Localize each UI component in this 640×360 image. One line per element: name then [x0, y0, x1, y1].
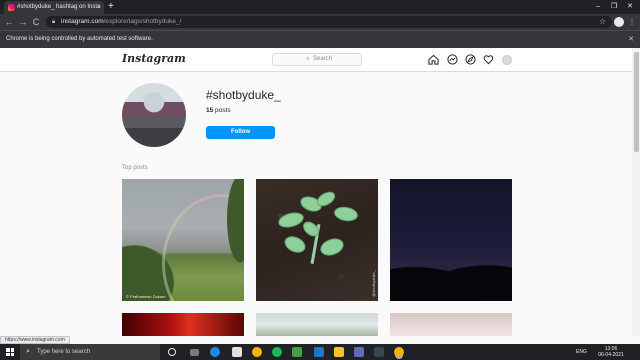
- browser-tab[interactable]: #shotbyduke_ hashtag on Insta ×: [4, 1, 104, 14]
- tab-title: #shotbyduke_ hashtag on Insta: [17, 4, 101, 10]
- system-clock[interactable]: 13:06 06-04-2021: [594, 346, 628, 358]
- minimize-button[interactable]: –: [590, 0, 606, 13]
- back-button[interactable]: ←: [3, 14, 15, 30]
- url-path: /explore/tags/shotbyduke_/: [103, 18, 182, 25]
- posts-number: 15: [206, 107, 214, 114]
- status-bar-url: https://www.instagram.com: [0, 336, 70, 344]
- post-red[interactable]: [122, 313, 244, 336]
- url-text: instagram.com/explore/tags/shotbyduke_/: [61, 16, 181, 28]
- post-sky[interactable]: [256, 313, 378, 336]
- top-posts-heading: Top posts: [122, 165, 148, 171]
- lock-icon: 🔒︎: [52, 19, 56, 25]
- chrome-menu-icon[interactable]: ⋮: [628, 14, 636, 30]
- profile-avatar-icon[interactable]: [614, 17, 624, 27]
- posts-label: posts: [215, 107, 231, 114]
- clock-date: 06-04-2021: [598, 352, 624, 358]
- vscode-icon[interactable]: [314, 347, 324, 357]
- windows-taskbar: ⌕ Type here to search ENG 13:06 06-04-20…: [0, 344, 640, 360]
- browser-tab-bar: #shotbyduke_ hashtag on Insta × + – ❐ ✕: [0, 0, 640, 14]
- cortana-icon[interactable]: [168, 348, 176, 356]
- infobar-close-icon[interactable]: ✕: [628, 31, 634, 48]
- heart-icon[interactable]: [483, 54, 494, 65]
- tab-close-icon[interactable]: ×: [97, 1, 101, 14]
- chrome-icon[interactable]: [252, 347, 262, 357]
- automation-infobar: Chrome is being controlled by automated …: [0, 30, 640, 48]
- taskbar-search-placeholder: Type here to search: [37, 349, 91, 355]
- reload-button[interactable]: C: [30, 14, 42, 30]
- hashtag-title: #shotbyduke_: [206, 88, 281, 102]
- leaf: [300, 218, 322, 240]
- user-avatar[interactable]: [502, 55, 512, 65]
- spotify-icon[interactable]: [272, 347, 282, 357]
- search-placeholder: Search: [313, 56, 333, 62]
- follow-button[interactable]: Follow: [206, 126, 275, 139]
- store-icon[interactable]: [232, 347, 242, 357]
- post-credit: @shotbyduke_: [371, 270, 376, 297]
- close-window-button[interactable]: ✕: [622, 0, 638, 13]
- instagram-page: Instagram ⌕ Search #shotbyduke_ 15 posts…: [0, 48, 632, 336]
- post-rainbow[interactable]: © Prathamesh Dukare: [122, 179, 244, 301]
- messenger-icon[interactable]: [447, 54, 458, 65]
- file-explorer-icon[interactable]: [334, 347, 344, 357]
- leaf: [276, 209, 306, 231]
- post-seedling[interactable]: @shotbyduke_: [256, 179, 378, 301]
- address-bar[interactable]: 🔒︎ instagram.com/explore/tags/shotbyduke…: [46, 16, 612, 28]
- edge-icon[interactable]: [210, 347, 220, 357]
- post-night-sky[interactable]: [390, 179, 512, 301]
- leaf: [317, 235, 347, 259]
- post-pink[interactable]: [390, 313, 512, 336]
- leaf: [332, 205, 360, 223]
- new-tab-button[interactable]: +: [108, 0, 114, 14]
- terminal-icon[interactable]: [374, 347, 384, 357]
- mail-icon[interactable]: [354, 347, 364, 357]
- forward-button[interactable]: →: [17, 14, 29, 30]
- maximize-button[interactable]: ❐: [606, 0, 622, 13]
- instagram-logo[interactable]: Instagram: [122, 52, 186, 65]
- search-icon: ⌕: [26, 348, 30, 355]
- instagram-favicon-icon: [8, 4, 15, 11]
- scrollbar-thumb[interactable]: [634, 52, 639, 152]
- search-icon: ⌕: [306, 56, 310, 62]
- chrome-active-icon[interactable]: [394, 347, 404, 357]
- instagram-header: Instagram ⌕ Search: [0, 48, 632, 72]
- post-credit: © Prathamesh Dukare: [126, 294, 166, 299]
- windows-start-icon[interactable]: [6, 348, 14, 356]
- search-input[interactable]: ⌕ Search: [272, 53, 362, 66]
- url-host: instagram.com: [61, 18, 104, 25]
- hashtag-profile-image: [122, 83, 186, 147]
- leaf: [281, 233, 309, 256]
- tree-shape: [222, 179, 244, 279]
- taskbar-search-box[interactable]: ⌕ Type here to search: [20, 344, 160, 360]
- home-icon[interactable]: [428, 54, 439, 65]
- posts-count: 15 posts: [206, 107, 231, 114]
- star-icon[interactable]: ☆: [599, 16, 606, 28]
- tree-silhouette: [390, 251, 512, 301]
- task-view-icon[interactable]: [190, 349, 199, 356]
- app-icon[interactable]: [292, 347, 302, 357]
- browser-toolbar: ← → C 🔒︎ instagram.com/explore/tags/shot…: [0, 14, 640, 30]
- infobar-text: Chrome is being controlled by automated …: [6, 36, 153, 42]
- language-indicator[interactable]: ENG: [576, 344, 587, 360]
- compass-icon[interactable]: [465, 54, 476, 65]
